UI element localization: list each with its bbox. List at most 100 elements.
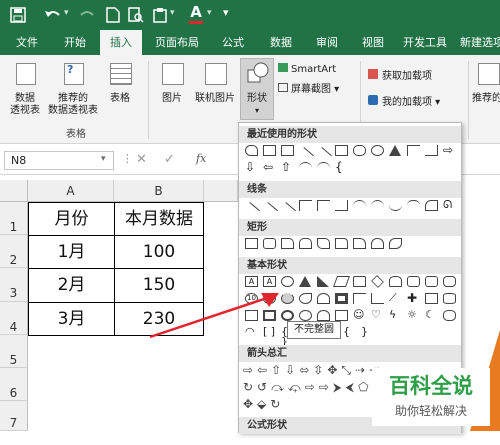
arrow-right-icon[interactable]: ⇨ bbox=[443, 144, 456, 156]
snip-same-side-shape[interactable] bbox=[299, 238, 312, 249]
arrow-line-shape[interactable] bbox=[260, 202, 279, 219]
half-frame-shape[interactable] bbox=[353, 293, 366, 304]
hexagon-shape[interactable] bbox=[407, 276, 420, 287]
name-box[interactable]: N8 bbox=[4, 151, 114, 170]
scribble-shape[interactable]: ᘏ bbox=[443, 199, 456, 211]
column-header-c[interactable] bbox=[204, 180, 238, 202]
no-symbol-shape[interactable] bbox=[299, 310, 312, 321]
insert-function-icon[interactable]: fx bbox=[196, 152, 206, 165]
diamond-shape[interactable] bbox=[371, 275, 384, 288]
octagon-shape[interactable] bbox=[443, 276, 456, 287]
elbow-connector-shape[interactable] bbox=[299, 200, 312, 211]
shape-item[interactable] bbox=[353, 145, 366, 156]
select-all-corner[interactable] bbox=[0, 180, 28, 202]
paste-icon[interactable] bbox=[152, 7, 168, 23]
tab-new-options[interactable]: 新建选项 bbox=[456, 30, 500, 55]
teardrop-shape[interactable] bbox=[317, 293, 330, 304]
right-triangle-shape[interactable] bbox=[317, 276, 329, 287]
curved-double-arrow-shape[interactable] bbox=[389, 200, 402, 211]
left-brace-shape[interactable]: { bbox=[343, 326, 356, 338]
arrow-left-icon[interactable]: ⇦ bbox=[263, 161, 276, 173]
triangle-shape[interactable] bbox=[299, 276, 311, 287]
shapes-button[interactable]: 形状 ▾ bbox=[240, 58, 274, 120]
block-arc-shape[interactable] bbox=[317, 310, 330, 321]
shape-item[interactable] bbox=[389, 145, 401, 156]
chord-shape[interactable] bbox=[299, 293, 312, 304]
frame-shape[interactable] bbox=[335, 293, 348, 304]
print-preview-icon[interactable] bbox=[128, 7, 144, 23]
pivot-table-button[interactable]: 数据 透视表 bbox=[6, 61, 44, 123]
shape-item[interactable] bbox=[281, 145, 294, 156]
freeform-shape[interactable] bbox=[425, 200, 438, 211]
tab-page-layout[interactable]: 页面布局 bbox=[148, 30, 206, 55]
picture-button[interactable]: 图片 bbox=[156, 61, 188, 123]
shape-item[interactable] bbox=[317, 162, 330, 173]
row-header-1[interactable]: 1 bbox=[0, 202, 28, 235]
brace-icon[interactable]: { bbox=[335, 161, 348, 173]
round-single-corner-shape[interactable] bbox=[353, 238, 366, 249]
row-header-4[interactable]: 4 bbox=[0, 302, 28, 335]
tab-view[interactable]: 视图 bbox=[352, 30, 394, 55]
round-same-side-shape[interactable] bbox=[371, 238, 384, 249]
curved-connector-shape[interactable] bbox=[353, 200, 366, 211]
tab-formulas[interactable]: 公式 bbox=[212, 30, 254, 55]
shape-item[interactable] bbox=[335, 145, 348, 156]
tab-developer[interactable]: 开发工具 bbox=[398, 30, 452, 55]
tab-home[interactable]: 开始 bbox=[54, 30, 96, 55]
column-header-a[interactable]: A bbox=[28, 180, 114, 202]
snip-diagonal-shape[interactable] bbox=[317, 238, 330, 249]
cloud-shape[interactable] bbox=[443, 310, 456, 321]
heart-icon[interactable]: ♡ bbox=[371, 309, 384, 321]
shape-item[interactable] bbox=[425, 145, 438, 156]
elbow-arrow-shape[interactable] bbox=[317, 200, 330, 211]
shape-item[interactable] bbox=[245, 145, 258, 156]
rounded-rectangle-shape[interactable] bbox=[263, 238, 276, 249]
recommended-pivot-button[interactable]: ? 推荐的 数据透视表 bbox=[46, 61, 100, 123]
plaque-shape[interactable] bbox=[425, 293, 438, 304]
cancel-icon[interactable]: ✕ bbox=[136, 152, 147, 167]
cross-shape[interactable]: ✚ bbox=[407, 292, 420, 304]
double-arrow-line-shape[interactable] bbox=[278, 202, 297, 219]
undo-dropdown-icon[interactable]: ▾ bbox=[64, 8, 69, 18]
screenshot-button[interactable]: 屏幕截图 ▾ bbox=[278, 83, 348, 96]
l-shape[interactable] bbox=[371, 293, 384, 304]
save-icon[interactable] bbox=[10, 7, 26, 23]
row-header-6[interactable]: 6 bbox=[0, 368, 28, 401]
table-header-month[interactable]: 月份 bbox=[28, 202, 115, 236]
can-shape[interactable] bbox=[443, 293, 456, 304]
online-picture-button[interactable]: 联机图片 bbox=[192, 61, 238, 123]
table-header-data[interactable]: 本月数据 bbox=[114, 202, 204, 236]
my-addins-button[interactable]: 我的加载项 ▾ bbox=[368, 95, 458, 109]
table-button[interactable]: 表格 bbox=[104, 61, 136, 123]
trapezoid-shape[interactable] bbox=[353, 276, 366, 287]
tab-data[interactable]: 数据 bbox=[260, 30, 302, 55]
right-brace-shape[interactable]: } bbox=[361, 326, 374, 338]
get-addins-button[interactable]: 获取加载项 bbox=[368, 69, 458, 83]
table-cell[interactable]: 1月 bbox=[28, 235, 115, 269]
pentagon-shape[interactable] bbox=[389, 276, 402, 287]
table-cell[interactable]: 100 bbox=[114, 235, 204, 269]
redo-icon[interactable] bbox=[79, 8, 95, 22]
smiley-face-icon[interactable]: ☺ bbox=[353, 309, 366, 321]
round-diagonal-shape[interactable] bbox=[389, 238, 402, 249]
arrow-up-icon[interactable]: ⇧ bbox=[281, 161, 294, 173]
snip-rectangle-shape[interactable] bbox=[281, 238, 294, 249]
moon-icon[interactable]: ☾ bbox=[425, 309, 438, 321]
customize-toolbar-icon[interactable]: ▾ bbox=[223, 6, 229, 19]
enter-icon[interactable]: ✓ bbox=[164, 152, 175, 167]
folded-corner-shape[interactable] bbox=[335, 310, 348, 321]
row-header-7[interactable]: 7 bbox=[0, 401, 28, 431]
parallelogram-shape[interactable] bbox=[332, 276, 351, 287]
arrow-down-icon[interactable]: ⇩ bbox=[245, 161, 258, 173]
shape-item[interactable] bbox=[407, 145, 420, 156]
snip-round-shape[interactable] bbox=[335, 238, 348, 249]
table-cell[interactable]: 3月 bbox=[28, 302, 115, 336]
tab-insert[interactable]: 插入 bbox=[100, 30, 142, 55]
smartart-button[interactable]: SmartArt bbox=[278, 63, 348, 76]
name-box-dropdown-icon[interactable]: ▾ bbox=[101, 154, 106, 164]
row-header-2[interactable]: 2 bbox=[0, 235, 28, 268]
tab-review[interactable]: 审阅 bbox=[306, 30, 348, 55]
sun-icon[interactable]: ☼ bbox=[407, 309, 420, 321]
row-header-5[interactable]: 5 bbox=[0, 335, 28, 368]
diagonal-stripe-shape[interactable]: ⟋ bbox=[389, 292, 402, 304]
